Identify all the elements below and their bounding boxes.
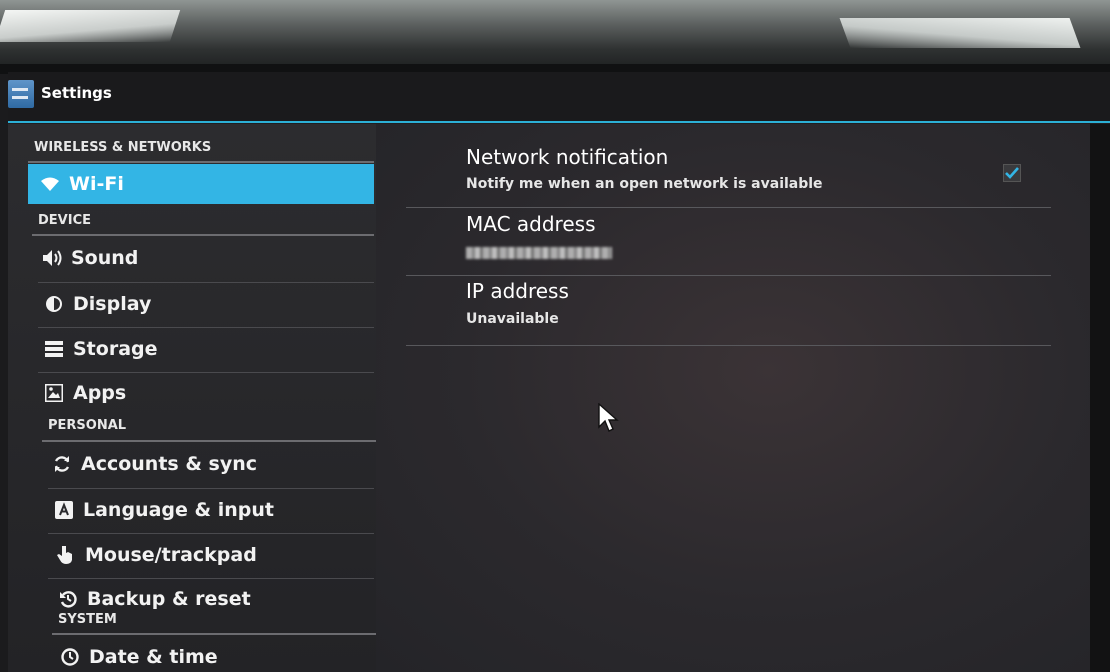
list-divider: [48, 488, 374, 489]
screen: Settings WIRELESS & NETWORKS Wi-Fi DEVIC…: [8, 72, 1110, 672]
pref-summary: Notify me when an open network is availa…: [466, 176, 823, 192]
action-bar-divider: [8, 121, 1110, 123]
background-ceiling: [0, 0, 1110, 70]
nav-item-label: Accounts & sync: [81, 453, 258, 475]
pref-title: IP address: [466, 279, 569, 303]
nav-item-storage[interactable]: Storage: [44, 329, 374, 369]
nav-item-date-time[interactable]: Date & time: [60, 637, 374, 672]
nav-item-label: Language & input: [83, 499, 274, 521]
section-header-system: SYSTEM: [58, 612, 117, 627]
action-bar: Settings: [8, 72, 1110, 122]
nav-item-label: Apps: [73, 382, 127, 404]
restore-icon: [58, 589, 78, 609]
list-divider: [406, 275, 1051, 276]
nav-item-label: Backup & reset: [87, 588, 251, 610]
keyboard-icon: [54, 500, 74, 520]
nav-item-label: Mouse/trackpad: [85, 544, 257, 566]
mac-address-value-blurred: [466, 247, 612, 259]
list-divider: [48, 533, 374, 534]
clock-icon: [60, 647, 80, 667]
sync-icon: [52, 454, 72, 474]
nav-item-accounts-sync[interactable]: Accounts & sync: [52, 444, 374, 484]
nav-item-label: Display: [73, 293, 152, 315]
network-notification-checkbox[interactable]: [1003, 164, 1021, 182]
mouse-cursor-icon: [598, 403, 619, 432]
nav-item-label: Wi-Fi: [69, 173, 124, 195]
section-header-personal: PERSONAL: [48, 418, 127, 433]
section-divider: [42, 440, 376, 442]
settings-icon[interactable]: [8, 80, 34, 108]
list-divider: [38, 282, 374, 283]
list-divider: [406, 207, 1051, 208]
nav-item-display[interactable]: Display: [44, 284, 374, 324]
storage-icon: [44, 339, 64, 359]
pref-title: MAC address: [466, 212, 596, 236]
speaker-icon: [42, 248, 62, 268]
nav-item-label: Storage: [73, 338, 158, 360]
ceiling-light: [839, 18, 1081, 48]
section-header-wireless: WIRELESS & NETWORKS: [34, 140, 212, 155]
nav-item-mouse-trackpad[interactable]: Mouse/trackpad: [56, 535, 374, 575]
nav-item-sound[interactable]: Sound: [42, 238, 372, 278]
section-divider: [32, 234, 374, 236]
pref-title: Network notification: [466, 145, 669, 169]
section-header-device: DEVICE: [38, 213, 91, 228]
screen-edge: [1090, 124, 1110, 672]
nav-item-label: Date & time: [89, 646, 218, 668]
app-title: Settings: [41, 84, 112, 102]
section-divider: [52, 633, 376, 635]
wifi-icon: [40, 174, 60, 194]
settings-nav-pane: WIRELESS & NETWORKS Wi-Fi DEVICE Sound D…: [8, 124, 376, 672]
hand-pointer-icon: [56, 545, 76, 565]
nav-item-apps[interactable]: Apps: [44, 373, 374, 413]
pref-summary: Unavailable: [466, 311, 559, 327]
brightness-icon: [44, 294, 64, 314]
section-divider: [28, 161, 374, 163]
ceiling-light: [0, 10, 181, 42]
nav-item-wifi[interactable]: Wi-Fi: [28, 164, 374, 204]
apps-icon: [44, 383, 64, 403]
wifi-settings-pane: Network notification Notify me when an o…: [376, 124, 1090, 672]
list-divider: [38, 327, 374, 328]
list-divider: [406, 345, 1051, 346]
nav-item-language-input[interactable]: Language & input: [54, 490, 374, 530]
nav-item-label: Sound: [71, 247, 139, 269]
